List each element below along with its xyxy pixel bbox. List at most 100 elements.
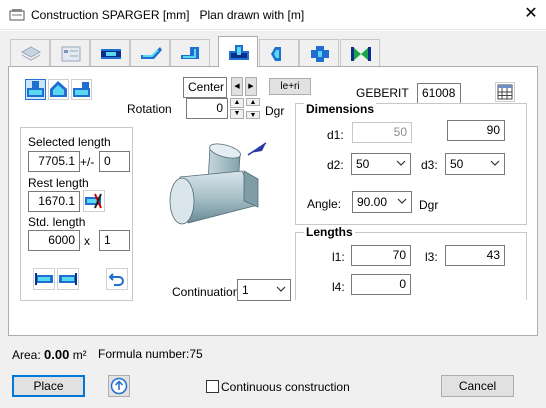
position-next-button[interactable]: ▶ [245,77,257,96]
chevron-down-icon [490,160,500,166]
std-length-input[interactable]: 6000 [28,230,80,251]
tab-cross[interactable] [299,39,339,66]
rest-length-clear-button[interactable] [83,190,105,212]
l4-label: l4: [332,280,345,294]
place-button[interactable]: Place [12,375,85,397]
pipe-section-icon [59,273,77,285]
tee-position-icon [27,81,44,97]
lengths-group [295,232,527,300]
window-title: Construction SPARGER [mm] Plan drawn wit… [31,8,305,22]
rotation-step-up-button[interactable]: ▲ [246,98,260,106]
rest-length-label: Rest length [28,176,89,190]
area-readout: Area: 0.00 m² [12,347,87,362]
side-position-icon [73,82,90,97]
undo-button[interactable] [106,268,128,290]
tee-position-button[interactable] [25,79,46,100]
continuous-construction-checkbox[interactable] [206,380,219,393]
tab-valve[interactable] [340,39,380,66]
left-right-button[interactable]: le+ri [269,78,311,95]
article-number-field[interactable]: 61008 [417,83,461,104]
l1-input[interactable]: 70 [351,245,411,266]
chevron-down-icon [396,160,406,166]
d3-label: d3: [421,158,438,172]
d2-label: d2: [327,158,344,172]
arrow-up-circle-icon [110,377,128,395]
offset-bend-icon [181,47,199,59]
rotation-unit: Dgr [265,104,285,118]
formula-readout: Formula number:75 [98,347,203,361]
rotation-step-down-button[interactable]: ▼ [246,111,260,119]
d3-select[interactable]: 50 [445,153,505,175]
continuous-construction-label: Continuous construction [221,380,350,394]
multiplier-input[interactable]: 1 [99,230,130,251]
cross-icon [311,46,329,62]
pipe-right-button[interactable] [57,268,79,290]
arrow-up-icon: ▲ [233,99,241,106]
arrow-up-icon: ▲ [249,99,257,106]
rotation-label: Rotation [127,102,172,116]
cancel-button[interactable]: Cancel [441,375,514,397]
tee-preview-image [158,135,273,245]
l1-label: l1: [332,250,345,264]
chevron-down-icon [397,198,407,204]
angle-position-icon [50,81,67,97]
tab-list[interactable] [50,39,90,66]
tab-offset-bend[interactable] [170,39,210,66]
position-prev-button[interactable]: ◀ [231,77,243,96]
arrow-left-icon: ◀ [234,83,240,90]
close-icon: ✕ [524,5,538,22]
rotation-down-button[interactable]: ▼ [230,109,244,119]
reducer-icon [271,47,281,61]
tab-straight-pipe[interactable] [90,39,130,66]
std-length-label: Std. length [28,215,86,229]
tolerance-input[interactable]: 0 [99,151,130,172]
dimensions-header: Dimensions [304,102,377,116]
layers-icon [20,46,42,61]
pipe-cut-icon [85,193,102,209]
angle-label: Angle: [307,197,342,211]
d1-outer-input[interactable]: 90 [447,120,505,141]
straight-pipe-icon [101,49,121,59]
tab-layers[interactable] [10,39,50,66]
arrow-down-icon: ▼ [249,112,257,119]
tab-bend[interactable] [130,39,170,66]
rotation-up-button[interactable]: ▲ [230,98,244,108]
l3-label: l3: [425,250,438,264]
continuation-select[interactable]: 1 [237,279,291,301]
list-icon [61,46,81,62]
upload-button[interactable] [108,375,130,397]
chevron-down-icon [276,286,286,292]
angle-unit: Dgr [419,198,439,212]
angle-position-button[interactable] [48,79,69,100]
app-icon [9,8,25,22]
angle-select[interactable]: 90.00 [352,191,412,213]
catalog-button[interactable] [495,82,515,102]
rotation-input[interactable]: 0 [186,98,228,119]
tab-reducer[interactable] [259,39,299,66]
continuation-label: Continuation [172,285,240,299]
l4-input[interactable]: 0 [351,274,411,295]
side-position-button[interactable] [71,79,92,100]
valve-icon [351,47,371,61]
tee-icon [229,45,249,60]
rest-length-input[interactable]: 1670.1 [28,191,80,212]
selected-length-input[interactable]: 7705.1 [28,151,80,172]
table-icon [497,84,513,100]
close-button[interactable]: ✕ [522,5,540,23]
multiplier-separator: x [84,234,90,248]
selected-length-label: Selected length [28,135,111,149]
pipe-section-icon [35,273,53,285]
d1-label: d1: [327,128,344,142]
bend-icon [141,47,162,59]
position-field[interactable]: Center [183,77,227,98]
tab-tee[interactable] [218,36,258,67]
l3-input[interactable]: 43 [445,245,505,266]
arrow-right-icon: ▶ [248,83,254,90]
d2-select[interactable]: 50 [351,153,411,175]
d1-input[interactable]: 50 [352,122,412,143]
lengths-header: Lengths [304,225,355,239]
arrow-down-icon: ▼ [233,110,241,117]
undo-icon [108,273,124,286]
brand-name: GEBERIT [356,86,409,100]
pipe-left-button[interactable] [33,268,55,290]
